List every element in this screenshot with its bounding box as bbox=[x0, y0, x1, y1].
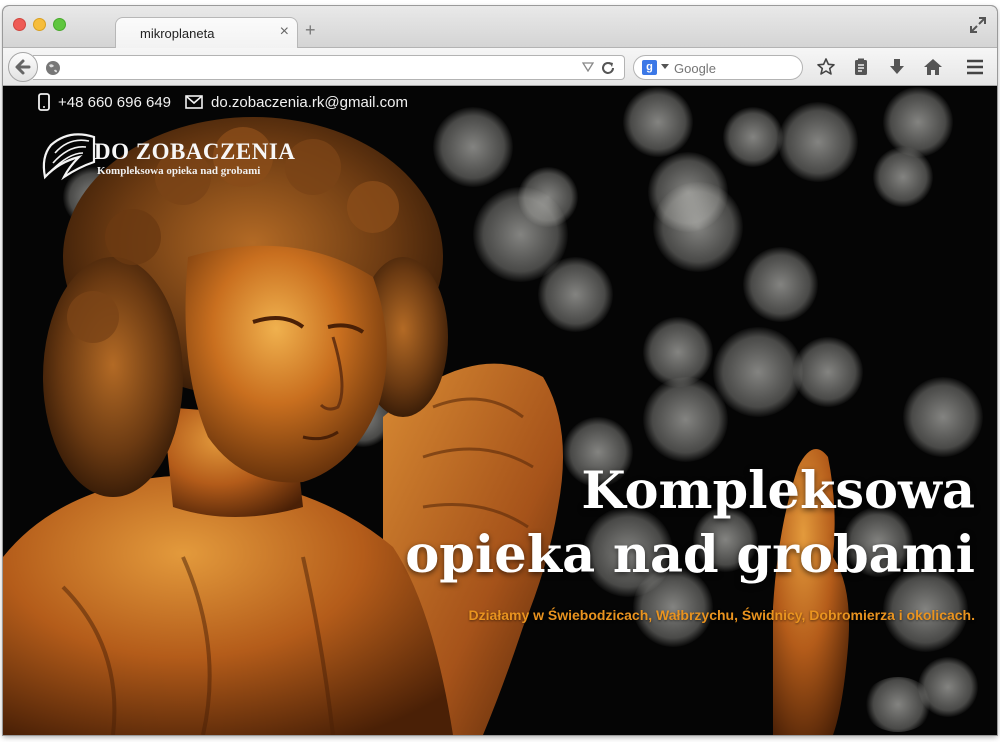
url-bar[interactable] bbox=[33, 55, 625, 80]
search-bar[interactable]: g bbox=[633, 55, 803, 80]
hero-heading-line-1: Kompleksowa bbox=[581, 461, 975, 521]
email-address: do.zobaczenia.rk@gmail.com bbox=[211, 93, 409, 111]
phone-number: +48 660 696 649 bbox=[58, 93, 172, 111]
url-input[interactable] bbox=[67, 59, 567, 77]
download-icon[interactable] bbox=[887, 57, 907, 77]
hero-heading: Kompleksowa opieka nad grobami bbox=[355, 459, 975, 587]
dropmarker-icon[interactable] bbox=[582, 62, 594, 72]
back-button[interactable] bbox=[8, 52, 38, 82]
google-search-engine-icon[interactable]: g bbox=[642, 60, 657, 75]
back-arrow-icon bbox=[15, 59, 31, 75]
search-engine-dropdown-icon[interactable] bbox=[661, 64, 669, 69]
menu-icon[interactable] bbox=[965, 57, 985, 77]
reading-list-icon[interactable] bbox=[851, 57, 871, 77]
bookmark-star-icon[interactable] bbox=[816, 57, 836, 77]
zoom-window-button[interactable] bbox=[53, 18, 66, 31]
tab-title: mikroplaneta bbox=[140, 26, 215, 41]
phone-icon bbox=[38, 93, 50, 111]
site-logo[interactable]: DO ZOBACZENIA Kompleksowa opieka nad gro… bbox=[39, 127, 299, 187]
tab-active[interactable]: mikroplaneta × bbox=[115, 17, 298, 49]
minimize-window-button[interactable] bbox=[33, 18, 46, 31]
home-icon[interactable] bbox=[923, 57, 943, 77]
close-window-button[interactable] bbox=[13, 18, 26, 31]
browser-window: mikroplaneta × + g Google +48 660 696 64… bbox=[3, 6, 997, 735]
new-tab-icon[interactable]: + bbox=[305, 21, 316, 39]
logo-title: DO ZOBACZENIA bbox=[94, 139, 296, 164]
angel-wing-logo-icon bbox=[42, 133, 96, 181]
navigation-bar: g bbox=[3, 48, 997, 86]
email-contact[interactable]: do.zobaczenia.rk@gmail.com bbox=[185, 94, 408, 111]
fullscreen-icon[interactable] bbox=[969, 16, 987, 34]
envelope-icon bbox=[185, 95, 203, 109]
logo-subtitle: Kompleksowa opieka nad grobami bbox=[97, 165, 261, 177]
tab-strip: mikroplaneta × + bbox=[3, 6, 997, 49]
phone-contact[interactable]: +48 660 696 649 bbox=[38, 93, 171, 111]
hero-heading-line-2: opieka nad grobami bbox=[405, 525, 975, 585]
contact-bar: +48 660 696 649 do.zobaczenia.rk@gmail.c… bbox=[38, 91, 422, 113]
tab-close-icon[interactable]: × bbox=[280, 23, 289, 41]
globe-icon bbox=[46, 61, 60, 75]
hero-subtitle: Działamy w Świebodzicach, Wałbrzychu, Św… bbox=[468, 607, 975, 623]
web-page: +48 660 696 649 do.zobaczenia.rk@gmail.c… bbox=[3, 87, 997, 735]
reload-icon[interactable] bbox=[600, 60, 616, 76]
search-input[interactable] bbox=[674, 59, 794, 77]
